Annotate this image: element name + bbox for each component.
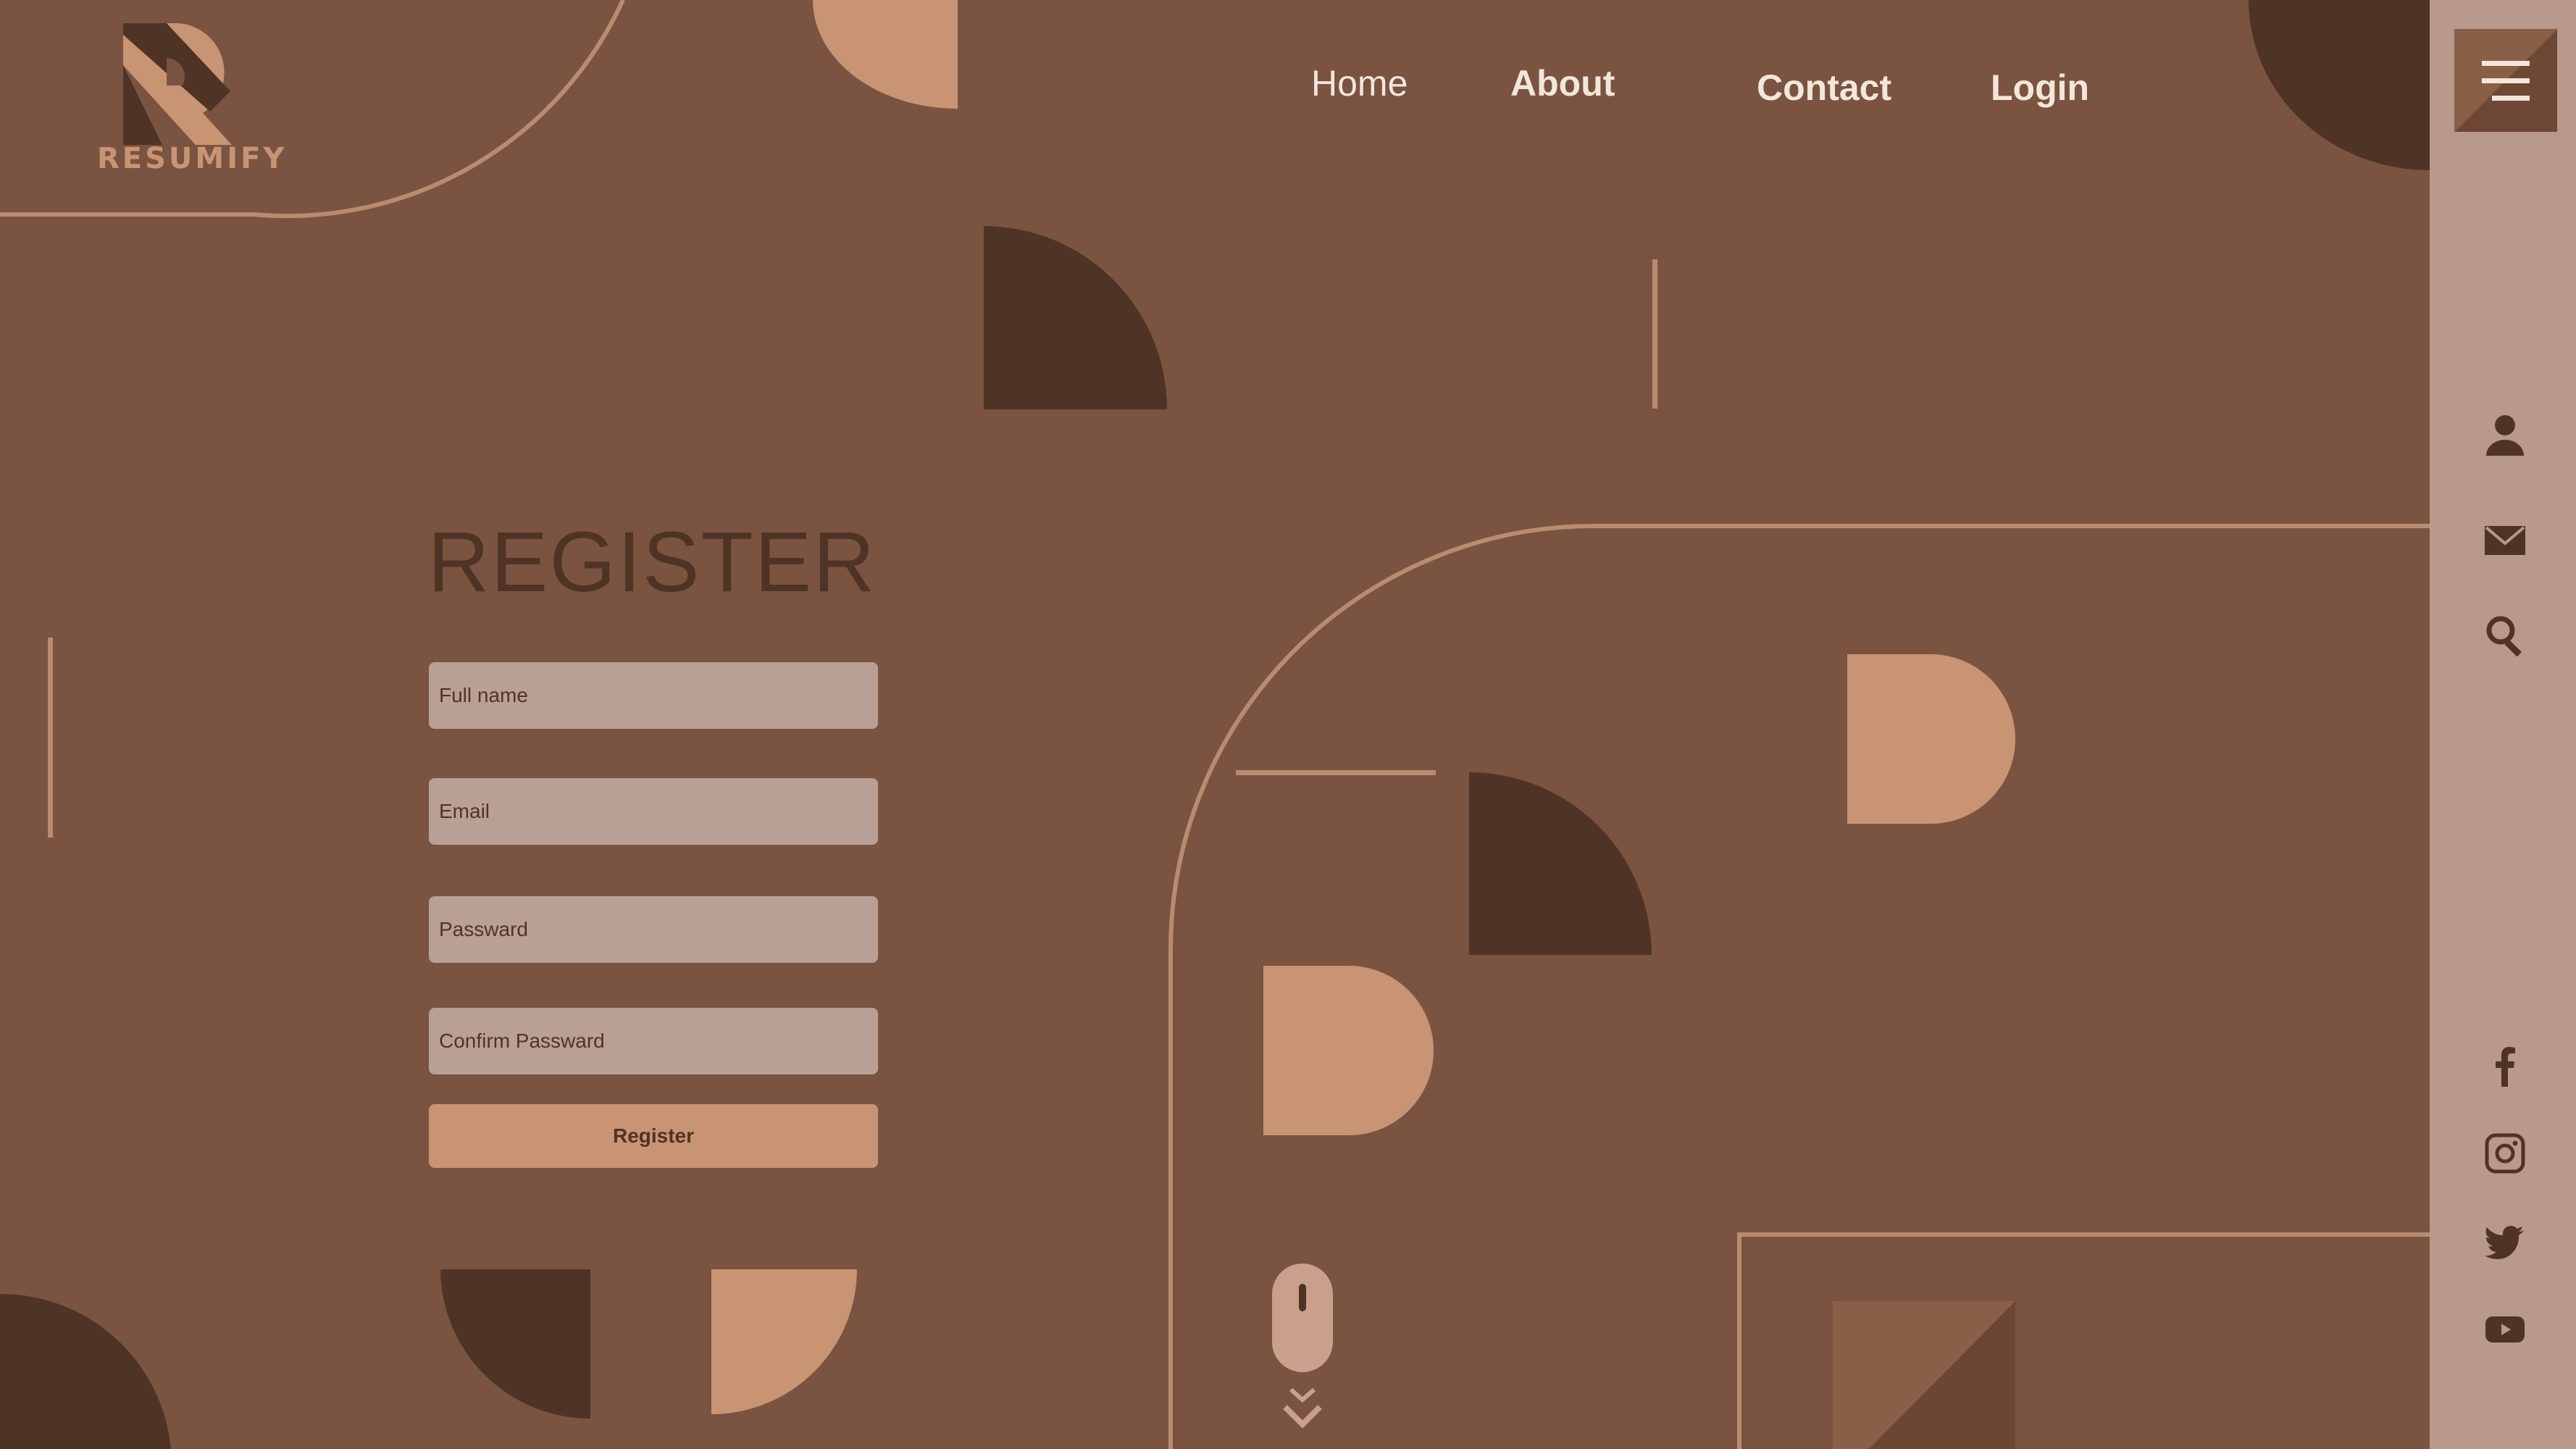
nav-login[interactable]: Login xyxy=(1991,67,2089,109)
password-input[interactable] xyxy=(429,896,878,963)
search-icon[interactable] xyxy=(2483,613,2527,656)
menu-icon[interactable] xyxy=(2454,29,2557,132)
confirm-password-input[interactable] xyxy=(429,1008,878,1074)
nav-contact[interactable]: Contact xyxy=(1757,67,1891,109)
nav-home[interactable]: Home xyxy=(1311,62,1408,104)
brand-name: RESUMIFY xyxy=(97,142,288,175)
register-button[interactable]: Register xyxy=(429,1104,878,1168)
twitter-icon[interactable] xyxy=(2483,1220,2527,1264)
mail-icon[interactable] xyxy=(2483,519,2527,562)
mouse-wheel xyxy=(1299,1284,1306,1311)
nav-about[interactable]: About xyxy=(1510,62,1615,104)
register-title: REGISTER xyxy=(427,514,877,610)
user-icon[interactable] xyxy=(2483,412,2527,456)
decorative-background xyxy=(0,0,2576,1449)
scroll-mouse-icon[interactable] xyxy=(1272,1264,1333,1372)
full-name-input[interactable] xyxy=(429,662,878,729)
email-input[interactable] xyxy=(429,778,878,845)
chevron-down-icon[interactable] xyxy=(1279,1382,1326,1435)
facebook-icon[interactable] xyxy=(2483,1043,2527,1087)
youtube-icon[interactable] xyxy=(2483,1308,2527,1351)
instagram-icon[interactable] xyxy=(2483,1132,2527,1175)
